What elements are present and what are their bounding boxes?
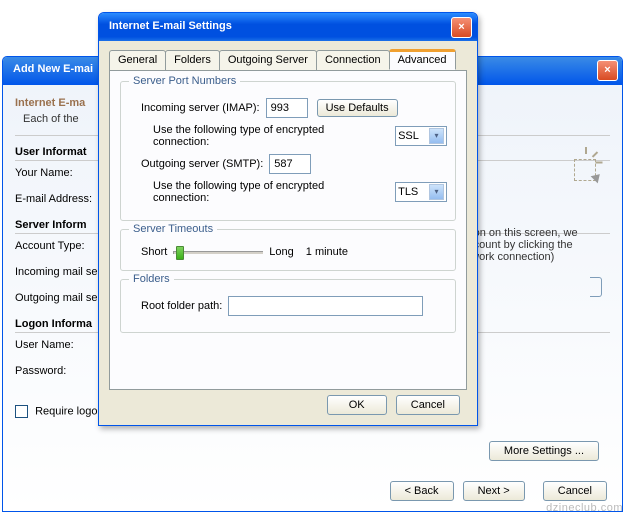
outgoing-enc-label: Use the following type of encrypted conn… — [153, 180, 383, 204]
timeout-slider[interactable] — [173, 251, 263, 254]
outgoing-encryption-select[interactable]: TLS ▾ — [395, 182, 447, 202]
back-button[interactable]: < Back — [390, 481, 454, 501]
server-port-numbers-group: Server Port Numbers Incoming server (IMA… — [120, 81, 456, 221]
timeouts-legend: Server Timeouts — [129, 223, 217, 235]
partial-button — [590, 277, 602, 297]
tab-connection[interactable]: Connection — [316, 50, 390, 71]
outgoing-server-label: Outgoing server (SMTP): — [141, 158, 263, 170]
timeout-value: 1 minute — [306, 246, 348, 258]
tab-strip: General Folders Outgoing Server Connecti… — [109, 49, 467, 70]
tab-general[interactable]: General — [109, 50, 166, 71]
cursor-test-icon — [572, 153, 602, 183]
advanced-panel: Server Port Numbers Incoming server (IMA… — [109, 70, 467, 390]
require-logon-checkbox[interactable] — [15, 405, 28, 418]
server-port-legend: Server Port Numbers — [129, 75, 240, 87]
incoming-encryption-select[interactable]: SSL ▾ — [395, 126, 447, 146]
chevron-down-icon: ▾ — [429, 184, 444, 200]
dialog-titlebar: Internet E-mail Settings × — [99, 13, 477, 41]
dialog-title: Internet E-mail Settings — [109, 20, 232, 32]
chevron-down-icon: ▾ — [429, 128, 444, 144]
close-icon[interactable]: × — [451, 17, 472, 38]
slider-thumb[interactable] — [176, 246, 184, 260]
use-defaults-button[interactable]: Use Defaults — [317, 99, 398, 117]
folders-legend: Folders — [129, 273, 174, 285]
incoming-port-input[interactable] — [266, 98, 308, 118]
next-button[interactable]: Next > — [463, 481, 525, 501]
ok-button[interactable]: OK — [327, 395, 387, 415]
root-folder-label: Root folder path: — [141, 300, 222, 312]
tab-folders[interactable]: Folders — [165, 50, 220, 71]
bg-window-title: Add New E-mai — [13, 63, 93, 75]
folders-group: Folders Root folder path: — [120, 279, 456, 333]
tab-outgoing[interactable]: Outgoing Server — [219, 50, 317, 71]
watermark: dzineclub.com — [546, 502, 623, 514]
server-timeouts-group: Server Timeouts Short Long 1 minute — [120, 229, 456, 271]
more-settings-button[interactable]: More Settings ... — [489, 441, 599, 461]
require-logon-label: Require logor — [35, 405, 101, 417]
root-folder-input[interactable] — [228, 296, 423, 316]
outgoing-port-input[interactable] — [269, 154, 311, 174]
incoming-enc-label: Use the following type of encrypted conn… — [153, 124, 383, 148]
email-settings-dialog: Internet E-mail Settings × General Folde… — [98, 12, 478, 426]
hint-text: ation on this screen, we account by clic… — [462, 227, 602, 263]
timeout-short-label: Short — [141, 246, 167, 258]
close-icon[interactable]: × — [597, 60, 618, 81]
tab-advanced[interactable]: Advanced — [389, 49, 456, 70]
cancel-button[interactable]: Cancel — [396, 395, 460, 415]
dialog-buttons: OK Cancel — [324, 395, 463, 415]
timeout-long-label: Long — [269, 246, 293, 258]
cancel-button[interactable]: Cancel — [543, 481, 607, 501]
wizard-buttons: < Back Next > Cancel — [387, 481, 610, 501]
incoming-server-label: Incoming server (IMAP): — [141, 102, 260, 114]
